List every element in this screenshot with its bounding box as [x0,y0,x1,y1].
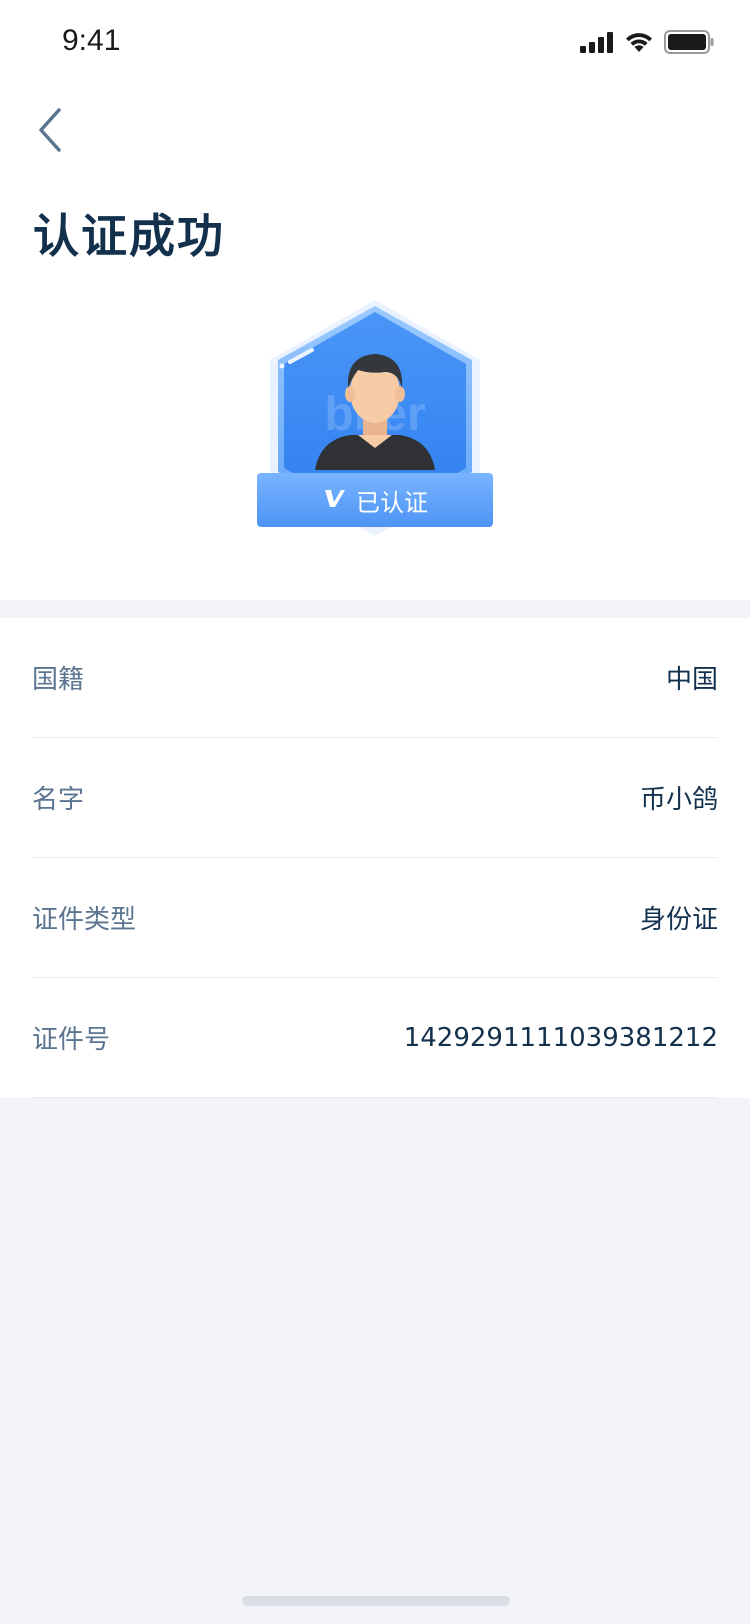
identity-details-list: 国籍 中国 名字 币小鸽 证件类型 身份证 证件号 14292911110393… [0,618,750,1098]
detail-label: 证件号 [32,1025,111,1055]
verified-label: 已认证 [257,473,493,527]
detail-label: 国籍 [32,665,85,695]
battery-icon [664,30,714,58]
verification-success-page: 9:41 认证成功 bi er 已认证 国籍 中国 名字 币小鸽 证件类型 身份… [0,0,750,1624]
detail-value: 身份证 [639,905,718,935]
status-icons [580,30,714,58]
detail-value: 币小鸽 [639,785,718,815]
verified-badge: bi er 已认证 [240,300,510,560]
detail-label: 证件类型 [32,905,137,935]
signal-icon [580,31,614,57]
verified-label-text: 已认证 [356,488,428,517]
back-button[interactable] [22,100,78,164]
status-time: 9:41 [62,24,121,57]
detail-row-id-number: 证件号 142929111103938121​2 [32,978,718,1098]
detail-value: 142929111103938121​2 [403,1022,718,1053]
verified-v-icon [322,486,346,514]
detail-row-id-type: 证件类型 身份证 [32,858,718,978]
page-title: 认证成功 [33,209,225,263]
detail-row-name: 名字 币小鸽 [32,738,718,858]
chevron-left-icon [35,106,65,158]
detail-label: 名字 [32,785,85,815]
section-divider [0,600,750,618]
status-bar: 9:41 [0,0,750,88]
header-section: 9:41 认证成功 bi er 已认证 [0,0,750,600]
detail-row-nationality: 国籍 中国 [32,618,718,738]
home-indicator[interactable] [242,1596,510,1606]
detail-value: 中国 [665,665,718,695]
wifi-icon [624,31,654,57]
